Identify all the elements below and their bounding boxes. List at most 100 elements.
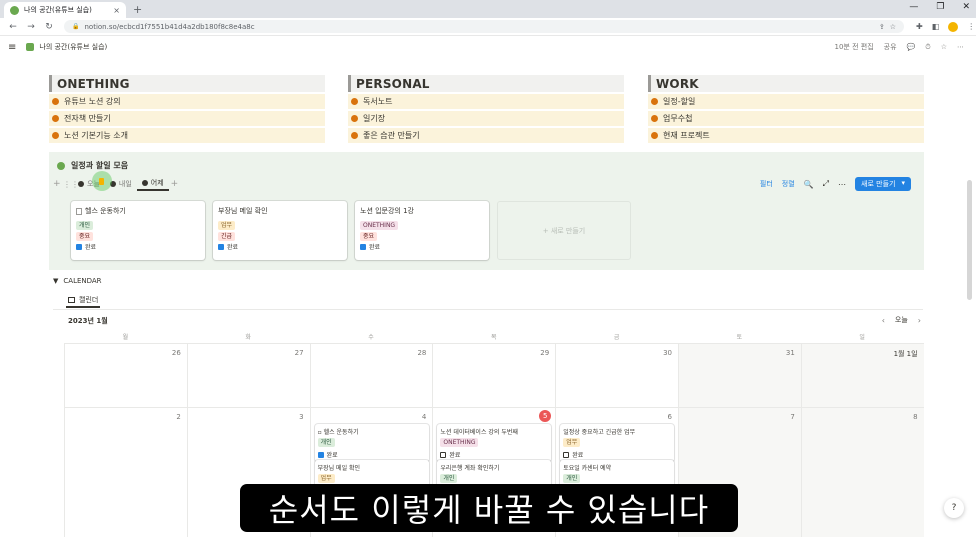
comments-icon[interactable]: 💬 — [907, 43, 916, 51]
event-title: 노션 데이터베이스 강의 두번째 — [440, 429, 518, 436]
sidebar-menu-icon[interactable]: ≡ — [8, 42, 16, 53]
expand-icon[interactable]: ⤢ — [823, 179, 829, 189]
category-link[interactable]: 업무수첩 — [648, 111, 924, 126]
calendar-event[interactable]: 일정상 중요하고 긴급한 업무 업무 완료 — [560, 424, 675, 462]
new-tab-button[interactable]: + — [133, 3, 142, 16]
sidepanel-icon[interactable]: ◧ — [932, 22, 940, 31]
url-input[interactable]: 🔒 notion.so/ecbcd1f7551b41d4a2db180f8c8e… — [64, 20, 904, 33]
database-title[interactable]: 일정과 할일 모음 — [57, 160, 128, 171]
tab-label: 내일 — [118, 180, 132, 188]
calendar-day[interactable]: 28 — [309, 344, 433, 407]
filter-button[interactable]: 필터 — [760, 179, 773, 189]
share-page-icon[interactable]: ⇪ — [879, 23, 885, 31]
tag: 개인 — [317, 438, 335, 447]
calendar-day[interactable]: 26 — [64, 344, 187, 407]
category-link[interactable]: 독서노트 — [348, 94, 624, 109]
calendar-event[interactable]: 노션 데이터베이스 강의 두번째 ONETHING 완료 — [437, 424, 552, 462]
scrollbar-thumb[interactable] — [967, 180, 972, 300]
browser-menu-icon[interactable]: ⋮ — [967, 22, 975, 31]
board-card[interactable]: 헬스 운동하기 개인 중요 완료 — [71, 201, 205, 260]
view-label: 캘린더 — [79, 296, 99, 304]
bookmark-star-icon[interactable]: ☆ — [890, 23, 896, 31]
checkbox-checked[interactable] — [218, 243, 224, 250]
weekday-label: 일 — [859, 334, 865, 341]
reload-icon[interactable]: ↻ — [44, 22, 54, 32]
browser-tab[interactable]: 나의 공간(유튜브 실습) × — [4, 2, 126, 18]
search-icon[interactable]: 🔍 — [804, 180, 814, 189]
chevron-down-icon[interactable]: ▾ — [901, 179, 905, 189]
database-title-text: 일정과 할일 모음 — [71, 161, 129, 170]
calendar-day[interactable]: 27 — [186, 344, 310, 407]
calendar-heading[interactable]: ▼ CALENDAR — [53, 277, 102, 285]
checkbox-checked[interactable] — [76, 243, 82, 250]
profile-avatar[interactable] — [948, 21, 959, 32]
new-button[interactable]: 새로 만들기 ▾ — [855, 177, 911, 191]
board-card[interactable]: 노션 입문강의 1강 ONETHING 중요 완료 — [355, 201, 489, 260]
url-text[interactable]: notion.so/ecbcd1f7551b41d4a2db180f8c8e4a… — [84, 23, 873, 31]
more-icon[interactable]: ⋯ — [957, 43, 964, 51]
add-view-button[interactable]: + — [171, 179, 179, 189]
chevron-right-icon[interactable]: › — [918, 316, 921, 325]
category-link[interactable]: 전자책 만들기 — [49, 111, 325, 126]
checkbox-checked[interactable] — [317, 451, 324, 458]
category-link[interactable]: 일기장 — [348, 111, 624, 126]
add-block-icon[interactable]: + — [53, 179, 63, 189]
checkbox-label: 완료 — [369, 244, 381, 251]
page-dot-icon — [52, 115, 59, 122]
link-label: 현재 프로젝트 — [663, 131, 710, 140]
day-number: 1월 1일 — [893, 350, 918, 358]
breadcrumb[interactable]: 나의 공간(유튜브 실습) — [39, 42, 107, 52]
browser-tab-title: 나의 공간(유튜브 실습) — [24, 6, 92, 14]
back-icon[interactable]: ← — [8, 22, 18, 32]
board-card[interactable]: 부장님 메일 확인 업무 긴급 완료 — [213, 201, 347, 260]
more-options-icon[interactable]: ⋯ — [838, 180, 846, 189]
calendar-event[interactable]: ▫ 헬스 운동하기 개인 완료 — [314, 424, 429, 462]
category-link[interactable]: 유튜브 노션 강의 — [49, 94, 325, 109]
today-button[interactable]: 오늘 — [895, 315, 908, 325]
divider — [53, 309, 923, 310]
checkbox-checked[interactable] — [360, 243, 366, 250]
drag-handle-icon[interactable]: ⋮⋮ — [63, 180, 79, 189]
tab-calendar-view[interactable]: 캘린더 — [66, 294, 101, 308]
month-label: 2023년 1월 — [68, 317, 108, 325]
weekday-label: 화 — [245, 334, 251, 341]
favorite-star-icon[interactable]: ☆ — [941, 43, 947, 51]
category-link[interactable]: 노션 기본기능 소개 — [49, 128, 325, 143]
calendar-day[interactable]: 31 — [677, 344, 801, 407]
calendar-day[interactable]: 30 — [555, 344, 678, 407]
close-window-icon[interactable]: ✕ — [962, 2, 970, 12]
lock-icon: 🔒 — [72, 23, 80, 30]
link-label: 독서노트 — [363, 97, 393, 106]
help-button[interactable]: ? — [944, 498, 964, 518]
calendar-day[interactable]: 29 — [432, 344, 555, 407]
share-button[interactable]: 공유 — [884, 42, 897, 52]
tag: 중요 — [360, 232, 378, 241]
checkbox-unchecked[interactable] — [440, 451, 447, 458]
sort-button[interactable]: 정렬 — [782, 179, 795, 189]
day-number: 31 — [785, 349, 795, 357]
calendar-day[interactable]: 8 — [800, 408, 924, 537]
updates-icon[interactable]: ⏱ — [925, 43, 930, 52]
forward-icon[interactable]: → — [26, 22, 36, 32]
tag: 긴급 — [218, 232, 236, 241]
page-dot-icon — [651, 132, 658, 139]
category-link[interactable]: 좋은 습관 만들기 — [348, 128, 624, 143]
tab-yesterday[interactable]: 어제 — [136, 177, 169, 191]
scrollbar[interactable] — [967, 60, 972, 480]
extensions-puzzle-icon[interactable]: ✚ — [916, 22, 923, 31]
calendar-day[interactable]: 2 — [64, 408, 187, 537]
category-heading: ONETHING — [49, 75, 325, 92]
chevron-left-icon[interactable]: ‹ — [882, 316, 885, 325]
category-link[interactable]: 일정-할일 — [648, 94, 924, 109]
toggle-triangle-icon[interactable]: ▼ — [53, 277, 58, 285]
view-toolbar: 필터 정렬 🔍 ⤢ ⋯ 새로 만들기 ▾ — [760, 177, 911, 191]
checkbox-unchecked[interactable] — [563, 451, 570, 458]
close-tab-icon[interactable]: × — [113, 6, 120, 15]
day-number: 29 — [540, 349, 550, 357]
minimize-icon[interactable]: — — [909, 2, 918, 12]
category-link[interactable]: 현재 프로젝트 — [648, 128, 924, 143]
event-title: 일정상 중요하고 긴급한 업무 — [563, 429, 636, 436]
new-card-placeholder[interactable]: + 새로 만들기 — [497, 201, 631, 260]
maximize-icon[interactable]: ❐ — [936, 2, 944, 12]
calendar-day[interactable]: 1월 1일 — [800, 344, 924, 407]
